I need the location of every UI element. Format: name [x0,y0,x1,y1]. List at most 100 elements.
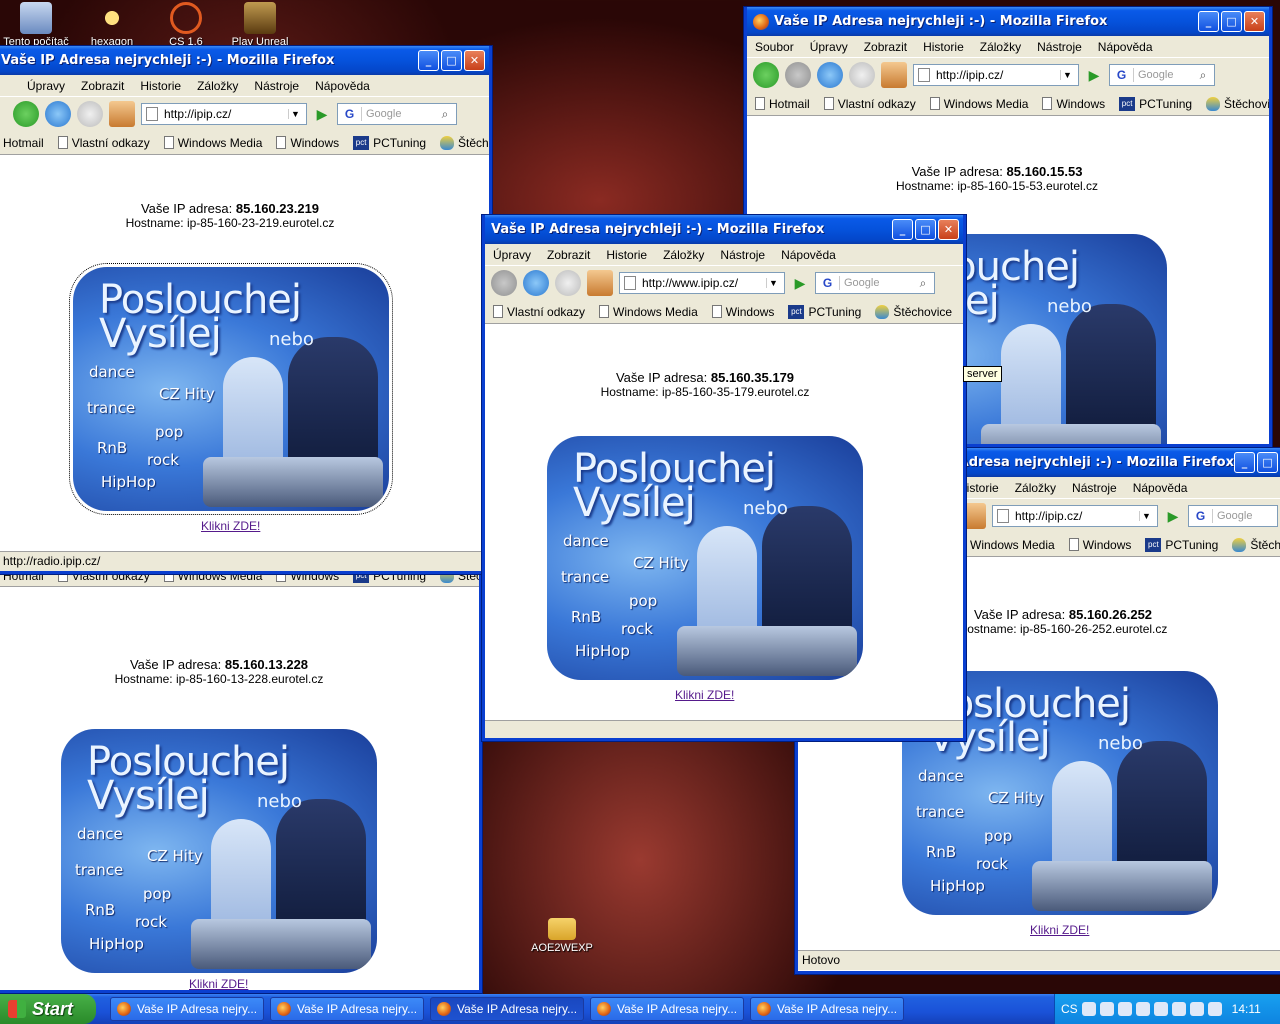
browser-window-3[interactable]: Vaše IP Adresa nejrychleji :-) - Mozilla… [482,215,966,741]
home-button[interactable] [587,270,613,296]
bookmark-hotmail[interactable]: Hotmail [755,97,810,111]
desktop-icon-unreal[interactable]: Play Unreal [224,2,296,48]
taskbar-window-button[interactable]: Vaše IP Adresa nejry... [750,997,904,1021]
bookmark-pctuning[interactable]: pct PCTuning [353,135,426,150]
security-icon[interactable] [1135,1002,1150,1016]
bookmark-windows-media[interactable]: Windows Media [599,305,698,319]
help-icon[interactable] [1081,1002,1096,1016]
url-bar[interactable]: http://ipip.cz/ ▼ [141,103,307,125]
close-button[interactable]: ✕ [464,50,485,71]
klikni-link[interactable]: Klikni ZDE! [189,977,248,990]
taskbar-window-button[interactable]: Vaše IP Adresa nejry... [430,997,584,1021]
klikni-link[interactable]: Klikni ZDE! [1030,923,1089,937]
chevron-down-icon[interactable]: ▼ [288,109,302,119]
network-icon[interactable] [1099,1002,1114,1016]
desktop-icon-my-computer[interactable]: Tento počítač [0,2,72,48]
title-bar[interactable]: Vaše IP Adresa nejrychleji :-) - Mozilla… [747,7,1269,36]
display-icon[interactable] [1117,1002,1132,1016]
bookmark-windows[interactable]: Windows [1068,538,1131,552]
stop-button[interactable] [77,101,103,127]
bookmark-windows-media[interactable]: Windows Media [970,538,1055,552]
bookmark-windows-media[interactable]: Windows Media [929,97,1028,111]
bookmark-pctuning[interactable]: pct PCTuning [788,304,861,319]
bookmark-custom-links[interactable]: Vlastní odkazy [493,305,585,319]
chevron-down-icon[interactable]: ▼ [1060,70,1074,80]
volume-icon[interactable] [1153,1002,1168,1016]
go-button[interactable]: ▶ [791,274,809,292]
desktop-icon-aoe2wexp[interactable]: AOE2WEXP [526,918,598,954]
go-button[interactable]: ▶ [1085,66,1103,84]
menu-tools[interactable]: Nástroje [1037,40,1082,54]
menu-bookmarks[interactable]: Záložky [663,248,704,262]
go-button[interactable]: ▶ [1164,507,1182,525]
menu-bookmarks[interactable]: Záložky [1015,481,1056,495]
maximize-button[interactable]: □ [915,219,936,240]
menu-tools[interactable]: Nástroje [1072,481,1117,495]
menu-history[interactable]: Historie [923,40,964,54]
home-button[interactable] [881,62,907,88]
menu-tools[interactable]: Nástroje [720,248,765,262]
desktop-icon-hexagon[interactable]: hexagon [76,2,148,48]
reload-button[interactable] [45,101,71,127]
bookmark-stechovice[interactable]: Štěchovice [875,304,952,319]
start-button[interactable]: Start [0,994,96,1024]
forward-button[interactable] [785,62,811,88]
url-bar[interactable]: http://www.ipip.cz/ ▼ [619,272,785,294]
back-button[interactable] [13,101,39,127]
url-bar[interactable]: http://ipip.cz/ ▼ [913,64,1079,86]
taskbar-window-button[interactable]: Vaše IP Adresa nejry... [270,997,424,1021]
go-button[interactable]: ▶ [313,105,331,123]
bookmark-custom-links[interactable]: Vlastní odkazy [823,97,916,111]
search-box[interactable]: G Google ⌕ [337,103,457,125]
bookmark-stechovice[interactable]: Štěchovice [440,135,489,150]
bookmark-custom-links[interactable]: Vlastní odkazy [57,136,150,150]
search-box[interactable]: G Google [1188,505,1278,527]
menu-history[interactable]: Historie [140,79,181,93]
clock[interactable]: 14:11 [1232,1002,1261,1016]
language-indicator[interactable]: CS [1061,1002,1078,1016]
title-bar[interactable]: Vaše IP Adresa nejrychleji :-) - Mozilla… [0,46,489,75]
chevron-down-icon[interactable]: ▼ [766,278,780,288]
bookmark-windows[interactable]: Windows [276,136,339,150]
close-button[interactable]: ✕ [1244,11,1265,32]
browser-window-5[interactable]: Hotmail Vlastní odkazy Windows Media Win… [0,565,482,993]
chevron-down-icon[interactable]: ▼ [1139,511,1153,521]
minimize-button[interactable]: _ [1198,11,1219,32]
bookmark-windows-media[interactable]: Windows Media [163,136,262,150]
stop-button[interactable] [555,270,581,296]
back-button[interactable] [753,62,779,88]
menu-edit[interactable]: Úpravy [493,248,531,262]
menu-help[interactable]: Nápověda [781,248,836,262]
reload-button[interactable] [817,62,843,88]
search-box[interactable]: G Google ⌕ [815,272,935,294]
home-button[interactable] [109,101,135,127]
battery-icon[interactable] [1207,1002,1222,1016]
url-bar[interactable]: http://ipip.cz/ ▼ [992,505,1158,527]
taskbar-window-button[interactable]: Vaše IP Adresa nejry... [590,997,744,1021]
bookmark-pctuning[interactable]: pct PCTuning [1145,537,1218,552]
bookmark-stechovice[interactable]: Štěchovice [1206,96,1269,111]
bookmark-pctuning[interactable]: pct PCTuning [1119,96,1192,111]
browser-window-2[interactable]: Vaše IP Adresa nejrychleji :-) - Mozilla… [0,46,492,574]
radio-banner[interactable]: Poslouchej Vysílej nebo dance CZ Hity tr… [547,436,863,680]
klikni-link[interactable]: Klikni ZDE! [201,519,260,533]
minimize-button[interactable]: _ [892,219,913,240]
menu-help[interactable]: Nápověda [1133,481,1188,495]
title-bar[interactable]: Vaše IP Adresa nejrychleji :-) - Mozilla… [485,215,963,244]
stop-button[interactable] [849,62,875,88]
minimize-button[interactable]: _ [1234,452,1255,473]
menu-edit[interactable]: Úpravy [810,40,848,54]
reload-button[interactable] [523,270,549,296]
menu-help[interactable]: Nápověda [1098,40,1153,54]
taskbar-window-button[interactable]: Vaše IP Adresa nejry... [110,997,264,1021]
search-icon[interactable]: ⌕ [912,276,934,291]
menu-history[interactable]: Historie [606,248,647,262]
menu-tools[interactable]: Nástroje [254,79,299,93]
menu-bookmarks[interactable]: Záložky [197,79,238,93]
messenger-icon[interactable] [1171,1002,1186,1016]
radio-banner[interactable]: Poslouchej Vysílej nebo dance CZ Hity tr… [61,729,377,973]
menu-help[interactable]: Nápověda [315,79,370,93]
klikni-link[interactable]: Klikni ZDE! [675,688,734,702]
menu-file[interactable]: Soubor [755,40,794,54]
search-box[interactable]: G Google ⌕ [1109,64,1215,86]
